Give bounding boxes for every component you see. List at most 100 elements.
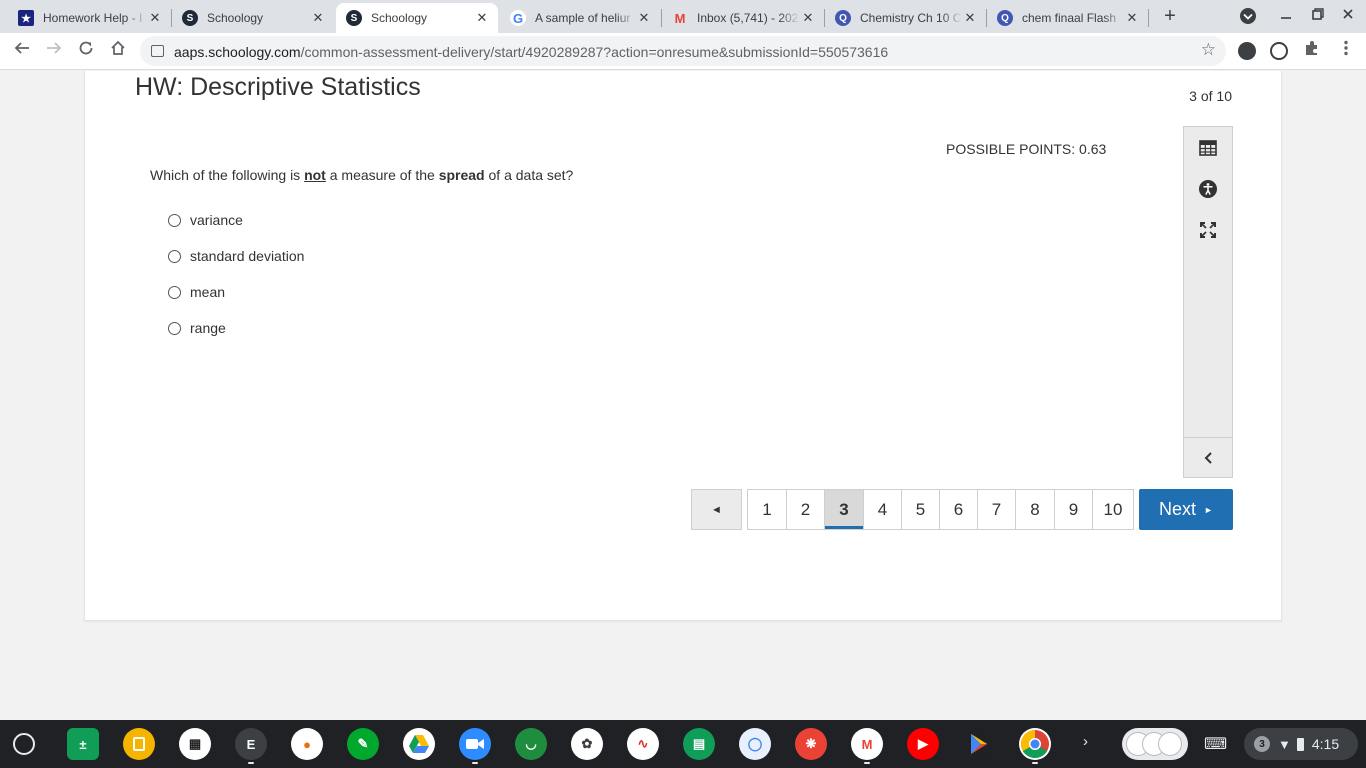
tab-schoology-active[interactable]: S Schoology ✕ xyxy=(336,3,498,33)
close-tab-icon[interactable]: ✕ xyxy=(474,10,490,26)
editor-app-icon[interactable]: E xyxy=(235,728,267,760)
page-button-9[interactable]: 9 xyxy=(1054,489,1093,530)
calculator-app-icon[interactable]: ± xyxy=(67,728,99,760)
page-button-1[interactable]: 1 xyxy=(747,489,787,530)
launcher-circle-icon[interactable] xyxy=(13,733,35,755)
radio-button[interactable] xyxy=(168,321,181,335)
choice-variance[interactable]: variance xyxy=(168,202,304,238)
play-store-app-icon[interactable] xyxy=(963,728,995,760)
accessibility-icon[interactable] xyxy=(1184,177,1232,201)
page-button-2[interactable]: 2 xyxy=(786,489,825,530)
tab-title: Inbox (5,741) - 202 xyxy=(697,11,799,25)
quizlet-favicon-icon: Q xyxy=(997,10,1013,26)
google-favicon-icon: G xyxy=(510,10,526,26)
signal-wave-app-icon[interactable]: ∿ xyxy=(627,728,659,760)
battery-icon xyxy=(1296,737,1304,751)
minimize-icon[interactable] xyxy=(1276,7,1296,25)
browser-menu-icon[interactable] xyxy=(1334,39,1358,63)
page-button-8[interactable]: 8 xyxy=(1015,489,1055,530)
page-button-10[interactable]: 10 xyxy=(1092,489,1134,530)
tab-title: Schoology xyxy=(207,11,264,25)
choice-mean[interactable]: mean xyxy=(168,274,304,310)
tab-search-chevron-icon[interactable] xyxy=(1238,7,1258,25)
forward-arrow-icon[interactable] xyxy=(42,39,66,63)
close-window-icon[interactable] xyxy=(1338,7,1358,25)
collapse-tools-chevron-icon[interactable] xyxy=(1184,437,1232,477)
wifi-icon: ▼ xyxy=(1278,736,1291,752)
emphasis-not: not xyxy=(304,167,326,183)
emphasis-spread: spread xyxy=(438,167,485,183)
tab-gmail-inbox[interactable]: M Inbox (5,741) - 202 ✕ xyxy=(662,3,824,33)
tab-homework-help[interactable]: ★ Homework Help - I ✕ xyxy=(8,3,171,33)
back-arrow-icon[interactable] xyxy=(10,39,34,63)
page-button-7[interactable]: 7 xyxy=(977,489,1016,530)
tab-google-search[interactable]: G A sample of heliur ✕ xyxy=(500,3,660,33)
tab-quizlet-chemistry[interactable]: Q Chemistry Ch 10 C ✕ xyxy=(825,3,986,33)
address-bar[interactable]: aaps.schoology.com/common-assessment-del… xyxy=(140,36,1226,66)
bookmark-star-icon[interactable]: ☆ xyxy=(1201,40,1216,60)
tab-title: Homework Help - I xyxy=(43,11,143,25)
quizlet-favicon-icon: Q xyxy=(835,10,851,26)
page-button-5[interactable]: 5 xyxy=(901,489,940,530)
assessment-card: HW: Descriptive Statistics 3 of 10 POSSI… xyxy=(84,71,1282,621)
apps-app-icon[interactable]: ❋ xyxy=(795,728,827,760)
clock-time: 4:15 xyxy=(1311,736,1340,752)
zoom-app-icon[interactable] xyxy=(459,728,491,760)
choice-standard-deviation[interactable]: standard deviation xyxy=(168,238,304,274)
page-button-6[interactable]: 6 xyxy=(939,489,978,530)
evernote-app-icon[interactable]: ✎ xyxy=(347,728,379,760)
site-info-icon[interactable] xyxy=(151,45,164,57)
extension-2-icon[interactable] xyxy=(1270,42,1288,60)
next-arrow-icon: ► xyxy=(1204,504,1213,515)
next-question-button[interactable]: Next ► xyxy=(1139,489,1233,530)
fullscreen-expand-icon[interactable] xyxy=(1184,218,1232,242)
tab-title: Schoology xyxy=(371,11,428,25)
close-tab-icon[interactable]: ✕ xyxy=(147,10,163,26)
close-tab-icon[interactable]: ✕ xyxy=(636,10,652,26)
choice-range[interactable]: range xyxy=(168,310,304,346)
radio-button[interactable] xyxy=(168,249,181,263)
previous-question-button[interactable]: ◄ xyxy=(691,489,742,530)
choice-label: standard deviation xyxy=(190,248,305,264)
reload-icon[interactable] xyxy=(74,39,98,63)
browser-toolbar: aaps.schoology.com/common-assessment-del… xyxy=(0,33,1366,70)
youtube-app-icon[interactable]: ▶ xyxy=(907,728,939,760)
radio-button[interactable] xyxy=(168,213,181,227)
tab-title: A sample of heliur xyxy=(535,11,631,25)
google-drive-app-icon[interactable] xyxy=(403,728,435,760)
page-button-3-current[interactable]: 3 xyxy=(824,489,864,530)
radio-button[interactable] xyxy=(168,285,181,299)
close-tab-icon[interactable]: ✕ xyxy=(800,10,816,26)
chrome-app-icon[interactable] xyxy=(1019,728,1051,760)
tab-quizlet-chem-final[interactable]: Q chem finaal Flash ✕ xyxy=(987,3,1148,33)
page-viewport: HW: Descriptive Statistics 3 of 10 POSSI… xyxy=(0,71,1366,720)
slides-app-icon[interactable] xyxy=(123,728,155,760)
screencast-app-icon[interactable]: ● xyxy=(291,728,323,760)
assessment-title: HW: Descriptive Statistics xyxy=(135,73,421,101)
bubble-app-icon[interactable]: ◯ xyxy=(739,728,771,760)
keyboard-icon[interactable]: ⌨ xyxy=(1204,734,1227,754)
close-tab-icon[interactable]: ✕ xyxy=(1124,10,1140,26)
classroom-app-icon[interactable]: ◡ xyxy=(515,728,547,760)
extension-1-icon[interactable] xyxy=(1238,42,1256,60)
restore-icon[interactable] xyxy=(1308,7,1328,25)
next-label: Next xyxy=(1159,499,1197,519)
shelf-overflow-chevron-icon[interactable]: › xyxy=(1083,733,1088,750)
url-text: aaps.schoology.com/common-assessment-del… xyxy=(174,44,889,60)
sheets-app-icon[interactable]: ▤ xyxy=(683,728,715,760)
page-button-4[interactable]: 4 xyxy=(863,489,902,530)
home-icon[interactable] xyxy=(106,39,130,63)
status-tray[interactable]: 3 ▼ 4:15 xyxy=(1244,728,1358,760)
new-tab-plus-icon[interactable]: + xyxy=(1159,5,1181,27)
extensions-puzzle-icon[interactable] xyxy=(1300,39,1324,63)
tote-holding-space[interactable] xyxy=(1122,728,1188,760)
star-favicon-icon: ★ xyxy=(18,10,34,26)
close-tab-icon[interactable]: ✕ xyxy=(962,10,978,26)
desmos-calculator-app-icon[interactable]: ▦ xyxy=(179,728,211,760)
gmail-app-icon[interactable]: M xyxy=(851,728,883,760)
close-tab-icon[interactable]: ✕ xyxy=(310,10,326,26)
chromebook-app-icon[interactable]: ✿ xyxy=(571,728,603,760)
calculator-icon[interactable] xyxy=(1184,136,1232,160)
tab-title: Chemistry Ch 10 C xyxy=(860,11,962,25)
tab-schoology-1[interactable]: S Schoology ✕ xyxy=(172,3,334,33)
